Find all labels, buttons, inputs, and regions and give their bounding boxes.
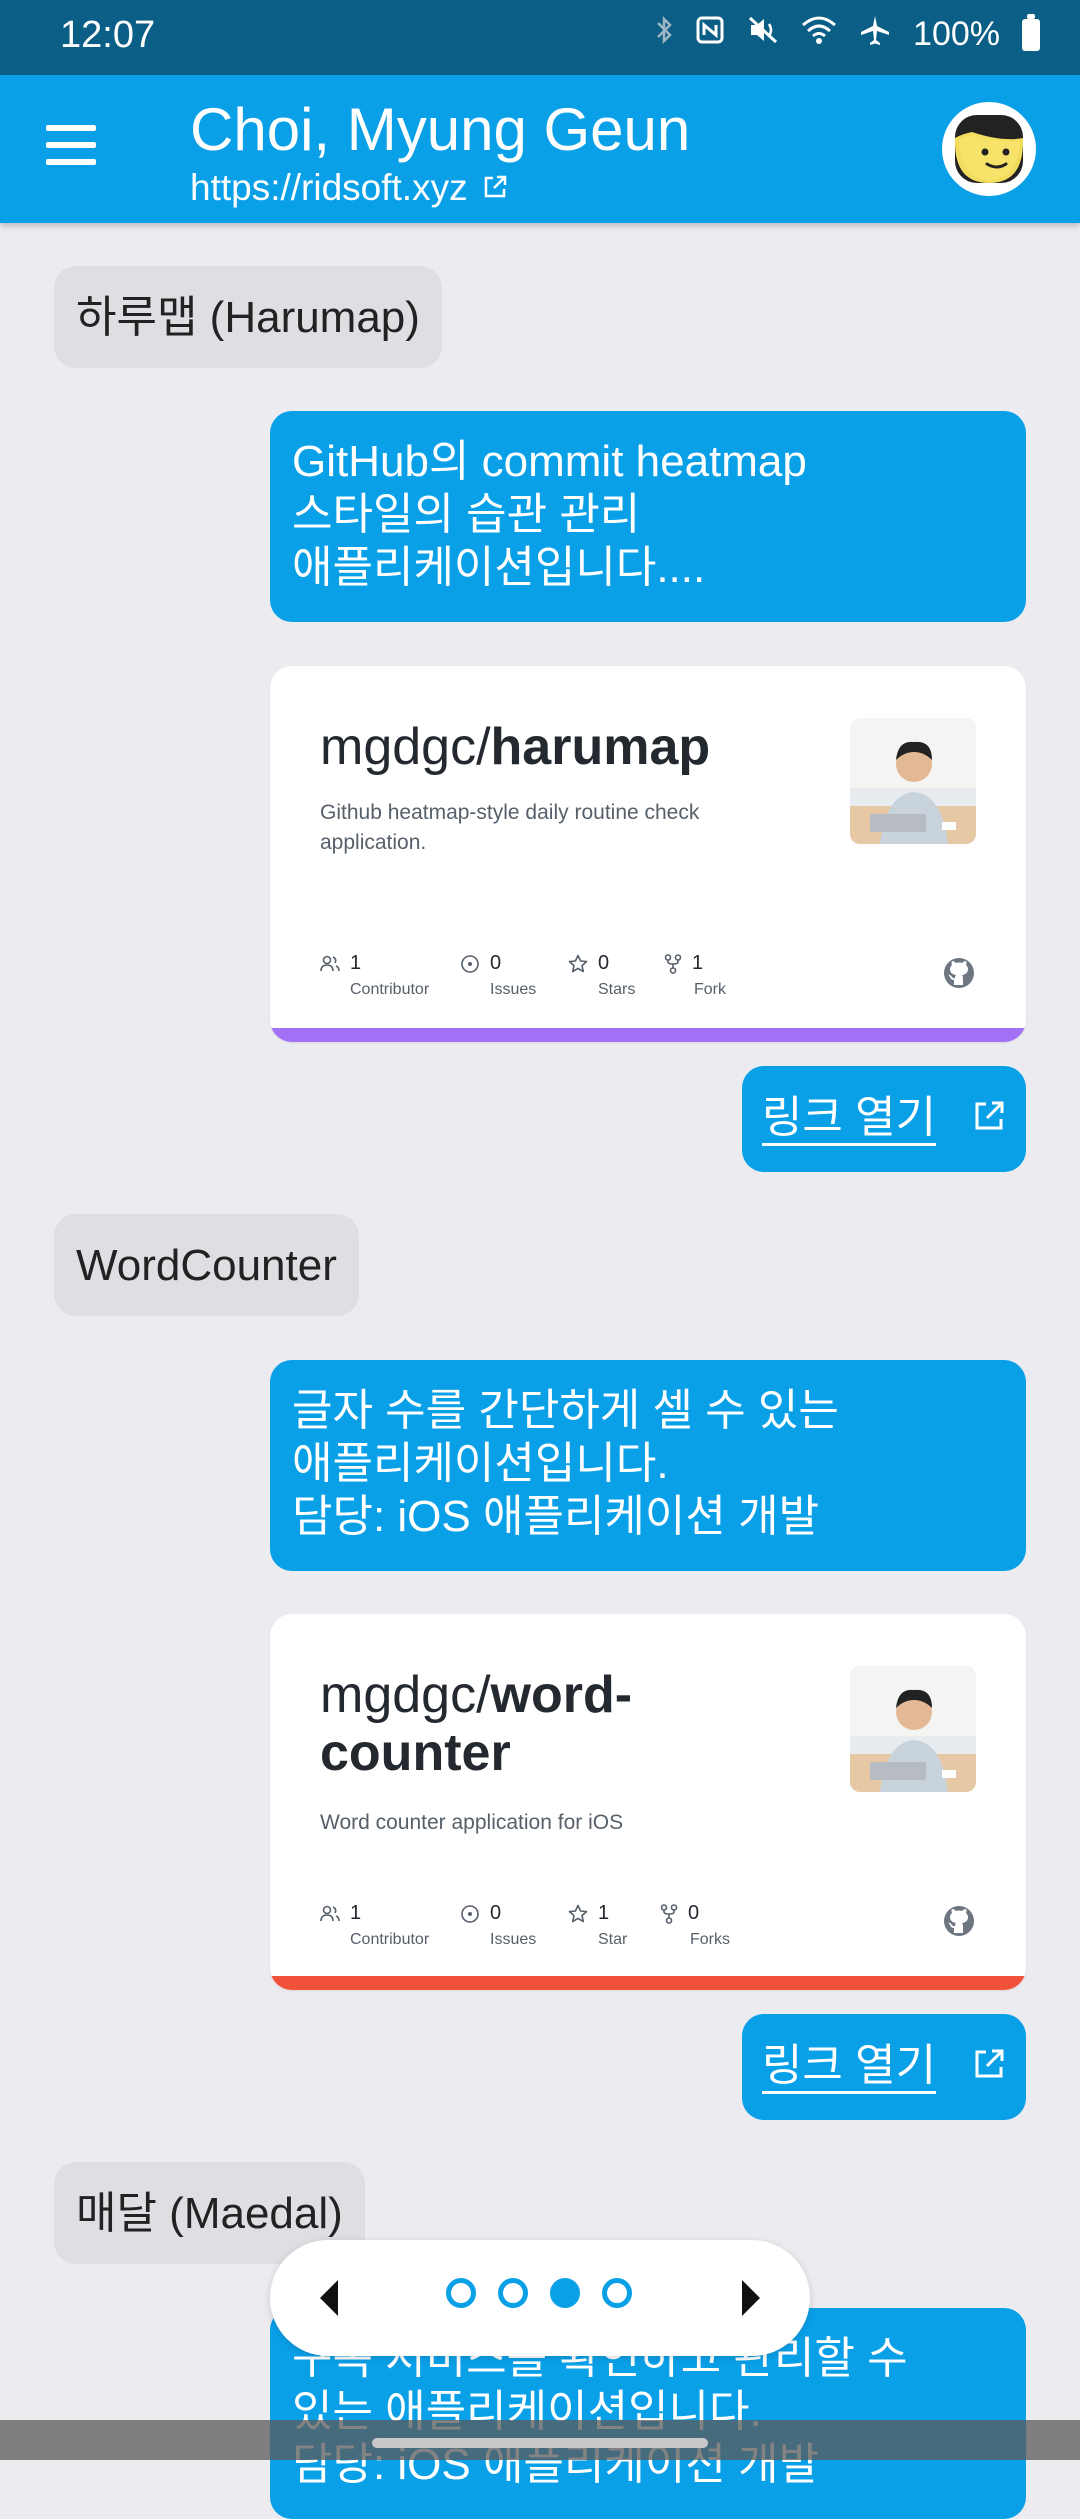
page-navigator — [270, 2240, 810, 2356]
repo-card[interactable]: mgdgc/word-counter Word counter applicat… — [270, 1614, 1026, 1990]
repo-description: Word counter application for iOS — [320, 1811, 624, 1834]
page-title: Choi, Myung Geun — [190, 96, 691, 163]
stat-value: 0 — [688, 1902, 700, 1924]
website-link[interactable]: https://ridsoft.xyz — [190, 167, 508, 209]
contributors-icon — [320, 1905, 340, 1921]
open-link-label: 링크 열기 — [761, 2041, 937, 2094]
stat-label: Stars — [598, 981, 636, 998]
status-time: 12:07 — [60, 14, 156, 56]
avatar[interactable] — [942, 102, 1036, 196]
page-indicator — [446, 2278, 632, 2308]
bluetooth-icon — [655, 15, 673, 54]
menu-icon[interactable] — [46, 125, 96, 165]
stat-issues: 0 Issues — [460, 1902, 536, 1949]
page-dot[interactable] — [446, 2278, 476, 2308]
stat-label: Fork — [694, 981, 726, 998]
contributors-icon — [320, 955, 340, 971]
fork-icon — [660, 1903, 678, 1924]
stat-label: Star — [598, 1931, 628, 1948]
open-link-button[interactable]: 링크 열기 — [742, 2014, 1026, 2120]
stat-value: 0 — [490, 952, 502, 974]
description-line: GitHub의 commit heatmap — [292, 437, 807, 486]
status-icons: 100% — [655, 13, 1040, 55]
repo-title: mgdgc/word-counter — [320, 1666, 680, 1782]
github-icon — [942, 1904, 976, 1938]
project-title: 매달 (Maedal) — [76, 2188, 343, 2238]
project-title: WordCounter — [76, 1240, 337, 1290]
previous-page-icon[interactable] — [316, 2278, 340, 2323]
repo-owner-photo — [850, 718, 976, 844]
page-dot[interactable] — [498, 2278, 528, 2308]
external-link-icon — [482, 167, 508, 209]
system-navigation-bar — [0, 2420, 1080, 2460]
next-page-icon[interactable] — [740, 2278, 764, 2323]
project-description-bubble: GitHub의 commit heatmap 스타일의 습관 관리 애플리케이션… — [270, 411, 1026, 622]
open-link-label: 링크 열기 — [761, 1093, 937, 1146]
repo-language-strip — [270, 1976, 1026, 1990]
star-icon — [568, 954, 588, 972]
repo-card[interactable]: mgdgc/harumap Github heatmap-style daily… — [270, 666, 1026, 1042]
description-line: 스타일의 습관 관리 — [292, 490, 641, 539]
nfc-icon — [695, 15, 725, 54]
repo-owner: mgdgc/ — [320, 1666, 491, 1724]
stat-value: 0 — [598, 952, 610, 974]
repo-owner: mgdgc/ — [320, 718, 491, 776]
description-line: 애플리케이션입니다. — [292, 1439, 669, 1488]
stat-forks: 1 Fork — [664, 952, 726, 999]
stat-forks: 0 Forks — [660, 1902, 730, 1949]
status-bar: 12:07 100% — [0, 0, 1080, 75]
stat-value: 1 — [598, 1902, 610, 1924]
airplane-icon — [859, 14, 891, 55]
stat-value: 1 — [350, 952, 362, 974]
stat-stars: 0 Stars — [568, 952, 635, 999]
repo-title: mgdgc/harumap — [320, 718, 820, 776]
battery-icon — [1022, 13, 1040, 51]
external-link-icon — [972, 1094, 1006, 1144]
app-bar: Choi, Myung Geun https://ridsoft.xyz — [0, 75, 1080, 223]
repo-owner-photo — [850, 1666, 976, 1792]
website-url[interactable]: https://ridsoft.xyz — [190, 167, 468, 209]
stat-label: Issues — [490, 1931, 537, 1948]
description-line: 담당: iOS 애플리케이션 개발 — [292, 1492, 820, 1541]
stat-label: Contributor — [350, 1931, 430, 1948]
description-line: 애플리케이션입니다.... — [292, 543, 706, 592]
battery-percent: 100% — [913, 15, 1000, 53]
project-title-bubble: 하루맵 (Harumap) — [54, 266, 442, 368]
stat-value: 1 — [350, 1902, 362, 1924]
wifi-icon — [801, 15, 837, 54]
star-icon — [568, 1904, 588, 1922]
issues-icon — [461, 954, 479, 973]
issues-icon — [461, 1904, 479, 1923]
stat-stars: 1 Star — [568, 1902, 627, 1949]
stat-contributors: 1 Contributor — [320, 952, 429, 999]
stat-label: Contributor — [350, 981, 430, 998]
vibrate-off-icon — [747, 15, 779, 54]
project-title-bubble: WordCounter — [54, 1214, 359, 1316]
github-icon — [942, 956, 976, 990]
page-dot-active[interactable] — [550, 2278, 580, 2308]
page-dot[interactable] — [602, 2278, 632, 2308]
stat-value: 1 — [692, 952, 704, 974]
stat-issues: 0 Issues — [460, 952, 536, 999]
fork-icon — [664, 953, 682, 974]
description-line: 글자 수를 간단하게 셀 수 있는 — [292, 1386, 839, 1435]
repo-language-strip — [270, 1028, 1026, 1042]
repo-name: harumap — [490, 718, 711, 776]
project-title: 하루맵 (Harumap) — [76, 292, 420, 342]
stat-value: 0 — [490, 1902, 502, 1924]
repo-description: Github heatmap-style daily routine check… — [320, 801, 700, 854]
external-link-icon — [972, 2042, 1006, 2092]
stat-contributors: 1 Contributor — [320, 1902, 429, 1949]
stat-label: Issues — [490, 981, 537, 998]
open-link-button[interactable]: 링크 열기 — [742, 1066, 1026, 1172]
gesture-handle[interactable] — [372, 2438, 708, 2448]
project-description-bubble: 글자 수를 간단하게 셀 수 있는 애플리케이션입니다. 담당: iOS 애플리… — [270, 1360, 1026, 1571]
stat-label: Forks — [690, 1931, 730, 1948]
